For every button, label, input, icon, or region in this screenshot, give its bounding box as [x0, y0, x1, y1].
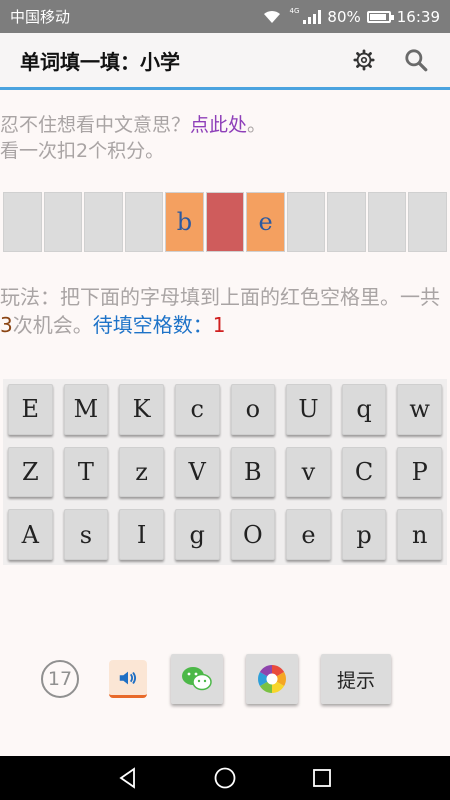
status-bar: 中国移动 4G 80% 16:39: [0, 0, 450, 33]
home-icon[interactable]: [213, 766, 237, 790]
network-tag: 4G: [289, 6, 300, 15]
letter-key[interactable]: z: [119, 446, 164, 498]
letter-key[interactable]: c: [174, 384, 220, 435]
letter-key[interactable]: P: [397, 446, 442, 498]
carrier-label: 中国移动: [10, 8, 71, 26]
letter-key[interactable]: w: [397, 384, 442, 435]
letter-key[interactable]: v: [286, 446, 331, 498]
letter-key[interactable]: s: [63, 509, 109, 560]
letter-key[interactable]: q: [341, 384, 387, 435]
wechat-icon: [182, 667, 212, 691]
rules-text: 玩法：把下面的字母填到上面的红色空格里。一共 3次机会。待填空格数：1: [0, 283, 450, 339]
meaning-hint: 忍不住想看中文意思？点此处。 看一次扣2个积分。: [0, 112, 450, 164]
letter-key[interactable]: e: [286, 509, 331, 560]
letter-key[interactable]: U: [286, 384, 331, 435]
chances-count: 3: [0, 313, 13, 337]
battery-icon: [366, 10, 394, 23]
letter-slot: [124, 192, 164, 252]
letter-key[interactable]: o: [230, 384, 276, 435]
letter-key[interactable]: K: [119, 384, 164, 435]
letter-key[interactable]: A: [8, 509, 53, 560]
letter-keyboard: EMKcoUqw ZTzVBvCP AsIgOepn: [3, 379, 447, 565]
letter-key[interactable]: E: [8, 384, 53, 435]
letter-slot: [408, 192, 448, 252]
letter-slot: [3, 192, 42, 252]
letter-slot: b: [165, 192, 204, 252]
letter-key[interactable]: M: [63, 384, 109, 435]
letter-key[interactable]: C: [341, 446, 387, 498]
battery-percent: 80%: [327, 7, 361, 26]
letter-key[interactable]: p: [341, 509, 387, 560]
search-icon[interactable]: [398, 42, 434, 78]
letter-slot: [43, 192, 83, 252]
letter-key[interactable]: T: [63, 446, 109, 498]
letter-key[interactable]: Z: [8, 446, 53, 498]
hint-prefix: 忍不住想看中文意思？: [0, 114, 191, 136]
app-bar: 单词填一填：小学: [0, 33, 450, 90]
page-title: 单词填一填：小学: [20, 49, 180, 74]
letter-slot: [367, 192, 407, 252]
show-meaning-link[interactable]: 点此处: [190, 114, 247, 136]
word-slots: be: [3, 192, 448, 252]
letter-key[interactable]: n: [397, 509, 442, 560]
camera-aperture-icon: [258, 665, 286, 693]
remaining-count: 1: [212, 313, 226, 337]
letter-key[interactable]: g: [174, 509, 220, 560]
hint-suffix: 。: [247, 114, 267, 136]
score-counter: 17: [41, 660, 79, 698]
letter-slot: e: [246, 192, 285, 252]
bottom-toolbar: 17 提示: [0, 654, 450, 704]
rules-intro: 玩法：把下面的字母填到上面的红色空格里。一共: [0, 285, 440, 309]
letter-key[interactable]: V: [174, 446, 220, 498]
back-icon[interactable]: [116, 766, 140, 790]
signal-icon: [303, 9, 322, 24]
rules-chances-suffix: 次机会。: [12, 313, 93, 337]
letter-slot: [286, 192, 326, 252]
letter-slot: [84, 192, 123, 252]
letter-key[interactable]: B: [230, 446, 276, 498]
letter-slot-blank[interactable]: [205, 192, 245, 252]
recents-icon[interactable]: [310, 766, 334, 790]
share-button[interactable]: [246, 654, 298, 704]
wifi-icon: [263, 10, 280, 23]
letter-key[interactable]: O: [230, 509, 276, 560]
letter-slot: [327, 192, 366, 252]
gear-icon[interactable]: [346, 42, 382, 78]
speaker-icon[interactable]: [109, 660, 147, 698]
hint-button[interactable]: 提示: [321, 654, 391, 704]
system-nav-bar: [0, 756, 450, 800]
remaining-label: 待填空格数：: [92, 313, 213, 337]
clock: 16:39: [396, 7, 440, 26]
wechat-share-button[interactable]: [171, 654, 223, 704]
hint-cost: 看一次扣2个积分。: [0, 140, 165, 162]
letter-key[interactable]: I: [119, 509, 164, 560]
